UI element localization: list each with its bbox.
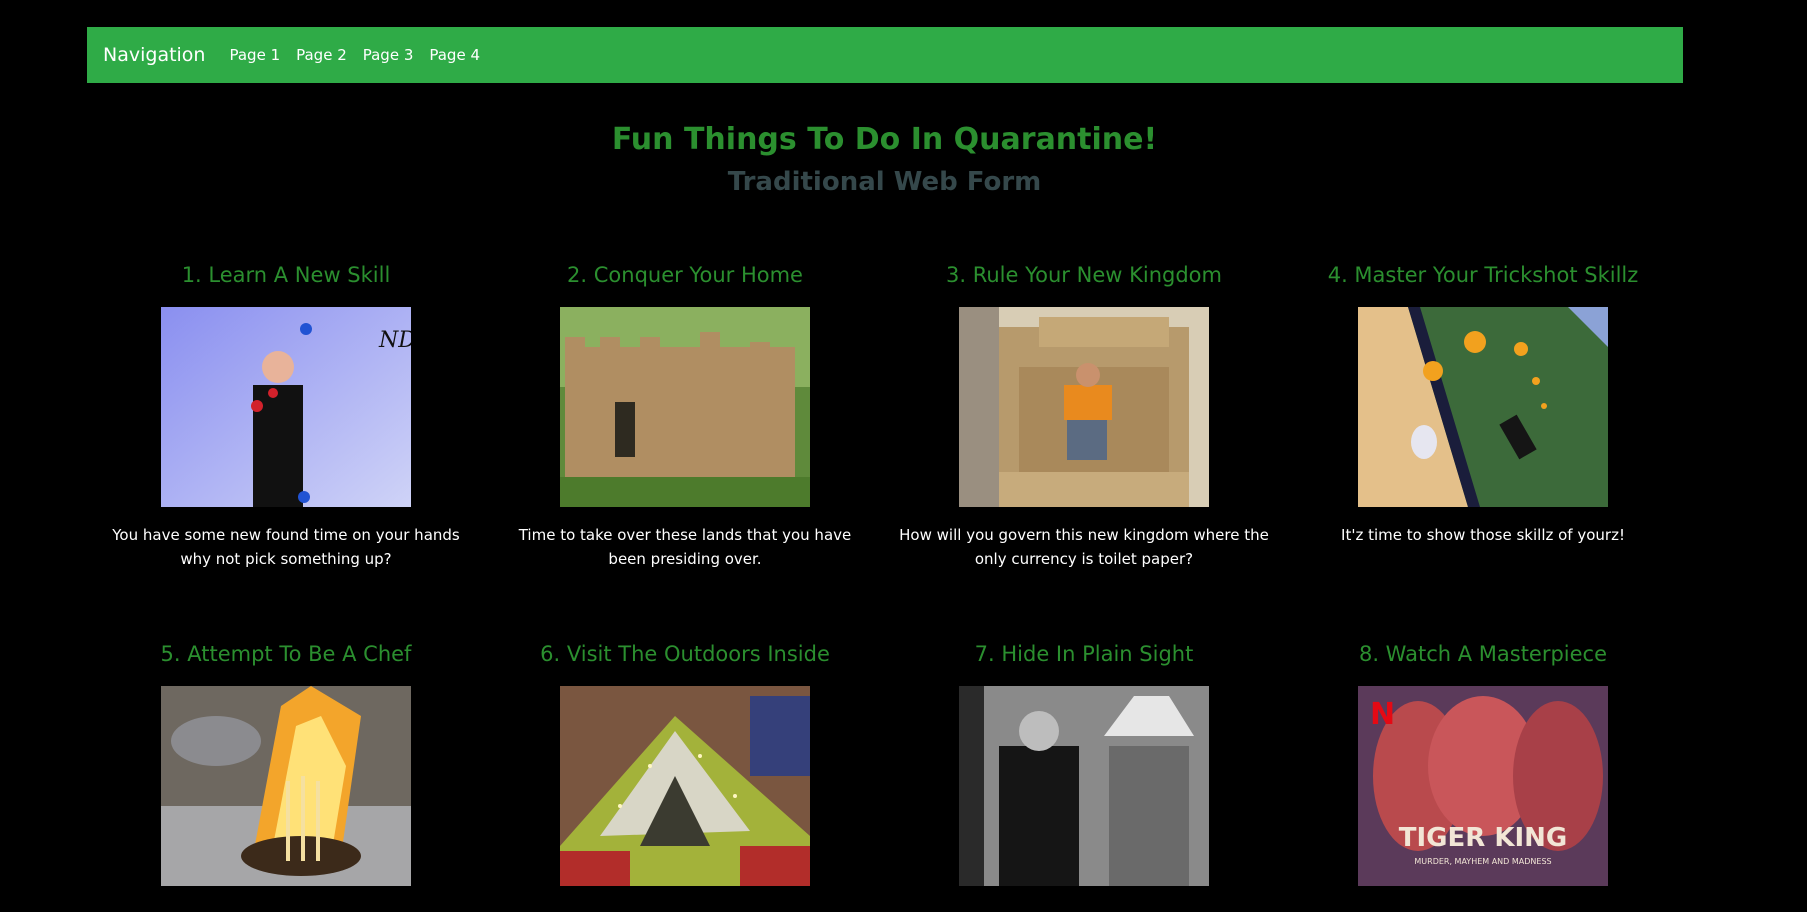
card-title: 3. Rule Your New Kingdom bbox=[946, 263, 1222, 287]
activity-card: 4. Master Your Trickshot Skillz It'z tim… bbox=[1283, 257, 1683, 547]
page-subtitle: Traditional Web Form bbox=[727, 167, 1042, 197]
poster-subtitle: MURDER, MAYHEM AND MADNESS bbox=[1414, 857, 1551, 866]
card-description: Time to take over these lands that you h… bbox=[518, 526, 852, 568]
nav-link-page-1[interactable]: Page 1 bbox=[229, 46, 280, 64]
cardboard-castle-photo bbox=[560, 307, 810, 507]
navbar-brand[interactable]: Navigation bbox=[103, 44, 205, 66]
page-title: Fun Things To Do In Quarantine! bbox=[611, 122, 1158, 157]
flaming-pasta-photo bbox=[161, 686, 411, 886]
card-title: 5. Attempt To Be A Chef bbox=[160, 642, 412, 666]
activity-card: 6. Visit The Outdoors Inside bbox=[485, 636, 885, 902]
lamp-disguise-photo bbox=[959, 686, 1209, 886]
juggler-photo: ND. bbox=[161, 307, 411, 507]
toilet-paper-throne-photo bbox=[959, 307, 1209, 507]
activity-card: 8. Watch A Masterpiece N TIGER KING MURD… bbox=[1283, 636, 1683, 902]
poster-title: TIGER KING bbox=[1399, 823, 1568, 853]
nav-link-page-4[interactable]: Page 4 bbox=[429, 46, 480, 64]
netflix-logo: N bbox=[1370, 697, 1395, 732]
indoor-tent-photo bbox=[560, 686, 810, 886]
nav-link-page-2[interactable]: Page 2 bbox=[296, 46, 347, 64]
card-title: 1. Learn A New Skill bbox=[181, 263, 391, 287]
card-title: 6. Visit The Outdoors Inside bbox=[540, 642, 830, 666]
card-description: It'z time to show those skillz of yourz! bbox=[1341, 526, 1625, 544]
activity-card: 5. Attempt To Be A Chef bbox=[86, 636, 486, 902]
tiger-king-poster: N TIGER KING MURDER, MAYHEM AND MADNESS bbox=[1358, 686, 1608, 886]
svg-text:ND.: ND. bbox=[378, 328, 411, 353]
top-navbar: Navigation Page 1 Page 2 Page 3 Page 4 bbox=[87, 27, 1683, 83]
card-title: 2. Conquer Your Home bbox=[567, 263, 803, 287]
card-title: 4. Master Your Trickshot Skillz bbox=[1327, 263, 1639, 287]
card-title: 8. Watch A Masterpiece bbox=[1358, 642, 1608, 666]
card-description: You have some new found time on your han… bbox=[112, 526, 460, 568]
nav-link-page-3[interactable]: Page 3 bbox=[363, 46, 414, 64]
card-title: 7. Hide In Plain Sight bbox=[974, 642, 1194, 666]
card-description: How will you govern this new kingdom whe… bbox=[899, 526, 1269, 568]
activity-card: 1. Learn A New Skill ND. You have some n… bbox=[86, 257, 486, 571]
trickshot-photo bbox=[1358, 307, 1608, 507]
activity-card: 7. Hide In Plain Sight bbox=[884, 636, 1284, 902]
activity-card: 3. Rule Your New Kingdom How will you go… bbox=[884, 257, 1284, 571]
activity-card: 2. Conquer Your Home Time to take over t… bbox=[485, 257, 885, 571]
